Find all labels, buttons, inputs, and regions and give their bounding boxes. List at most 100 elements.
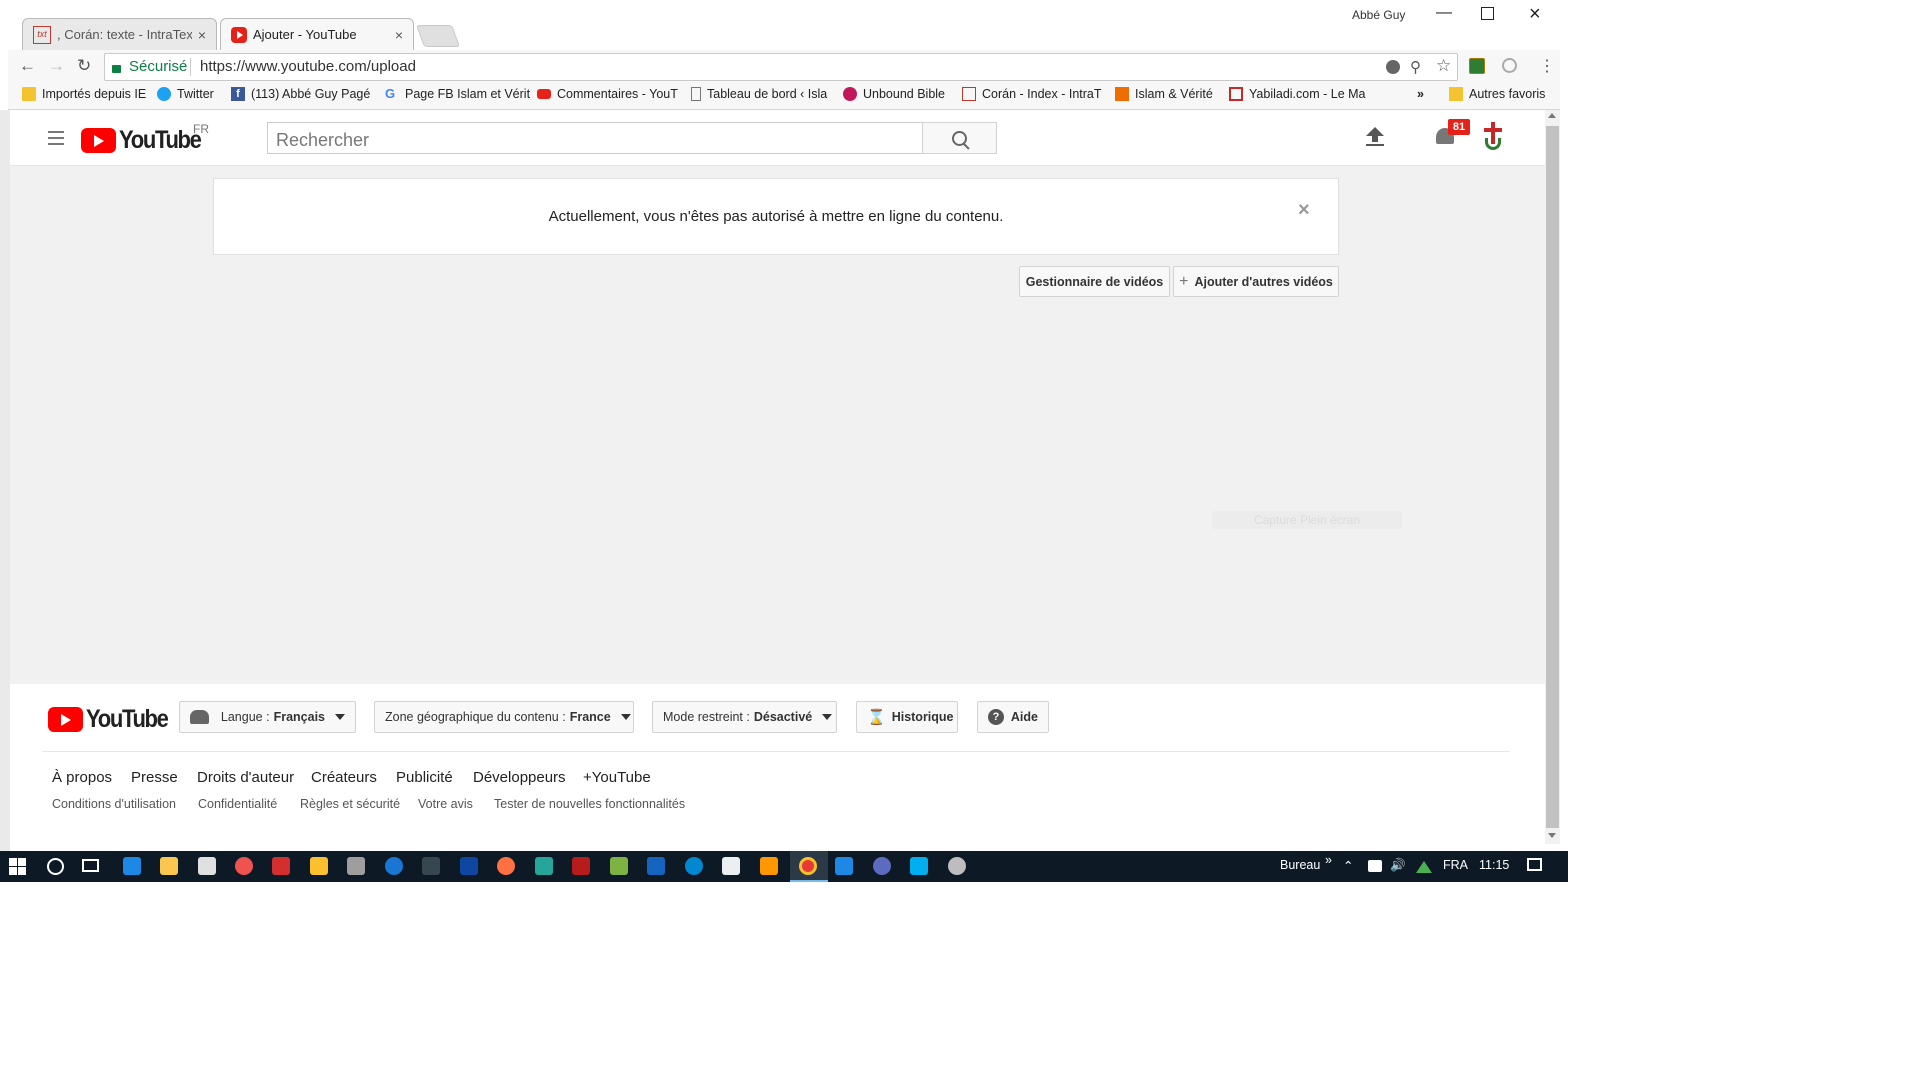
secure-label: Sécurisé (129, 58, 188, 75)
store-icon[interactable] (198, 857, 216, 875)
search-button[interactable] (922, 122, 997, 154)
app-icon[interactable] (460, 857, 478, 875)
search-input[interactable]: Rechercher (267, 122, 923, 154)
pdf-icon[interactable] (272, 857, 290, 875)
volume-icon[interactable]: 🔊 (1390, 858, 1406, 873)
back-arrow-icon[interactable]: ← (19, 56, 36, 76)
app-icon[interactable] (873, 857, 891, 875)
menu-kebab-icon[interactable]: ⋮ (1539, 56, 1555, 76)
bookmark-item[interactable]: Twitter (157, 87, 214, 101)
video-manager-button[interactable]: Gestionnaire de vidéos (1019, 266, 1170, 297)
windows-start-icon[interactable] (9, 858, 26, 875)
close-banner-icon[interactable]: × (1298, 199, 1310, 222)
app-icon[interactable] (235, 857, 253, 875)
tab-youtube-upload[interactable]: Ajouter - YouTube × (220, 18, 414, 50)
bookmark-item[interactable]: Yabiladi.com - Le Ma (1229, 87, 1366, 101)
mail-icon[interactable] (722, 857, 740, 875)
upload-icon[interactable] (1366, 127, 1384, 146)
restricted-mode-dropdown[interactable]: Mode restreint : Désactivé (652, 701, 837, 733)
input-language[interactable]: FRA (1443, 858, 1468, 872)
close-tab-icon[interactable]: × (198, 27, 206, 43)
chrome-icon[interactable] (799, 857, 817, 875)
teamviewer-icon[interactable] (685, 857, 703, 875)
file-explorer-icon[interactable] (160, 857, 178, 875)
google-drive-icon[interactable] (1416, 861, 1432, 873)
footer-divider (42, 751, 1510, 752)
word-icon[interactable] (835, 857, 853, 875)
task-view-icon[interactable] (82, 859, 99, 872)
footer-link-copyright[interactable]: Droits d'auteur (197, 769, 294, 786)
url-text[interactable]: https://www.youtube.com/upload (200, 58, 416, 75)
footer-link-developers[interactable]: Développeurs (473, 769, 566, 786)
help-button[interactable]: ? Aide (977, 701, 1049, 733)
maximize-icon[interactable] (1481, 7, 1494, 20)
reload-icon[interactable]: ↻ (77, 56, 91, 76)
app-icon[interactable] (535, 857, 553, 875)
desktop-toolbar-label[interactable]: Bureau (1280, 858, 1320, 872)
skype-icon[interactable] (910, 857, 928, 875)
bookmark-star-icon[interactable]: ☆ (1436, 56, 1451, 76)
hamburger-menu-icon[interactable] (48, 131, 64, 145)
edge-icon[interactable] (123, 857, 141, 875)
firefox-icon[interactable] (497, 857, 515, 875)
language-dropdown[interactable]: Langue : Français (179, 701, 356, 733)
new-tab-button[interactable] (415, 25, 461, 47)
bookmark-item[interactable]: Importés depuis IE (22, 87, 146, 101)
action-center-icon[interactable] (1527, 858, 1542, 871)
footer-link-plus-youtube[interactable]: +YouTube (583, 769, 651, 786)
vlc-icon[interactable] (760, 857, 778, 875)
footer-link-advertise[interactable]: Publicité (396, 769, 453, 786)
profile-name[interactable]: Abbé Guy (1352, 8, 1405, 22)
content-region-dropdown[interactable]: Zone géographique du contenu : France (374, 701, 634, 733)
cortana-search-icon[interactable] (47, 858, 64, 875)
network-icon[interactable] (1368, 860, 1382, 872)
scrollbar-thumb[interactable] (1546, 126, 1559, 828)
footer-link-policy-safety[interactable]: Règles et sécurité (300, 797, 400, 811)
extension-circle-icon[interactable] (1502, 58, 1517, 73)
footer-link-terms[interactable]: Conditions d'utilisation (52, 797, 176, 811)
tray-expand-chevron-icon[interactable]: ⌃ (1343, 858, 1353, 873)
close-window-icon[interactable]: × (1529, 3, 1541, 26)
footer-youtube-logo[interactable]: YouTube (48, 705, 179, 734)
bookmark-item[interactable]: Unbound Bible (843, 87, 945, 101)
help-app-icon[interactable] (385, 857, 403, 875)
bookmark-item[interactable]: Tableau de bord ‹ Isla (691, 87, 827, 101)
youtube-logo-text: YouTube (119, 126, 202, 154)
footer-link-about[interactable]: À propos (52, 769, 112, 786)
app-icon[interactable] (572, 857, 590, 875)
history-button[interactable]: ⌛ Historique (856, 701, 958, 733)
tab-intratext[interactable]: txt , Corán: texte - IntraText C × (22, 18, 217, 50)
scroll-up-arrow-icon[interactable] (1548, 113, 1556, 118)
translate-blocked-icon[interactable] (1386, 60, 1400, 74)
minimize-icon[interactable]: — (1436, 4, 1452, 22)
secure-indicator[interactable]: Sécurisé (112, 58, 187, 75)
add-more-videos-button[interactable]: + Ajouter d'autres vidéos (1173, 266, 1339, 297)
app-icon[interactable] (610, 857, 628, 875)
footer-link-creators[interactable]: Créateurs (311, 769, 377, 786)
bookmark-item[interactable]: G Page FB Islam et Vérit (385, 87, 530, 102)
footer-link-press[interactable]: Presse (131, 769, 178, 786)
norton-icon[interactable] (310, 857, 328, 875)
bookmark-item[interactable]: f (113) Abbé Guy Pagé (231, 87, 370, 101)
tab-title: , Corán: texte - IntraText C (57, 27, 192, 42)
app-icon[interactable] (647, 857, 665, 875)
bookmark-item[interactable]: Islam & Vérité (1115, 87, 1213, 101)
extension-checkmark-icon[interactable] (1469, 58, 1485, 74)
scroll-down-arrow-icon[interactable] (1548, 833, 1556, 838)
bookmark-item[interactable]: Corán - Index - IntraT (962, 87, 1102, 101)
app-icon[interactable] (347, 857, 365, 875)
clock-time[interactable]: 11:15 (1479, 858, 1509, 872)
close-tab-icon[interactable]: × (395, 27, 403, 43)
zoom-icon[interactable]: ⚲ (1410, 58, 1421, 76)
footer-link-privacy[interactable]: Confidentialité (198, 797, 277, 811)
forward-arrow-icon[interactable]: → (48, 56, 65, 76)
app-icon[interactable] (948, 857, 966, 875)
toolbar-chevron[interactable]: » (1325, 853, 1332, 867)
app-icon[interactable] (422, 857, 440, 875)
account-avatar[interactable] (1480, 122, 1506, 152)
footer-link-test-features[interactable]: Tester de nouvelles fonctionnalités (494, 797, 685, 811)
other-bookmarks[interactable]: Autres favoris (1449, 87, 1545, 101)
bookmark-item[interactable]: Commentaires - YouT (537, 87, 678, 101)
footer-link-feedback[interactable]: Votre avis (418, 797, 473, 811)
more-bookmarks-chevron[interactable]: » (1417, 87, 1424, 101)
